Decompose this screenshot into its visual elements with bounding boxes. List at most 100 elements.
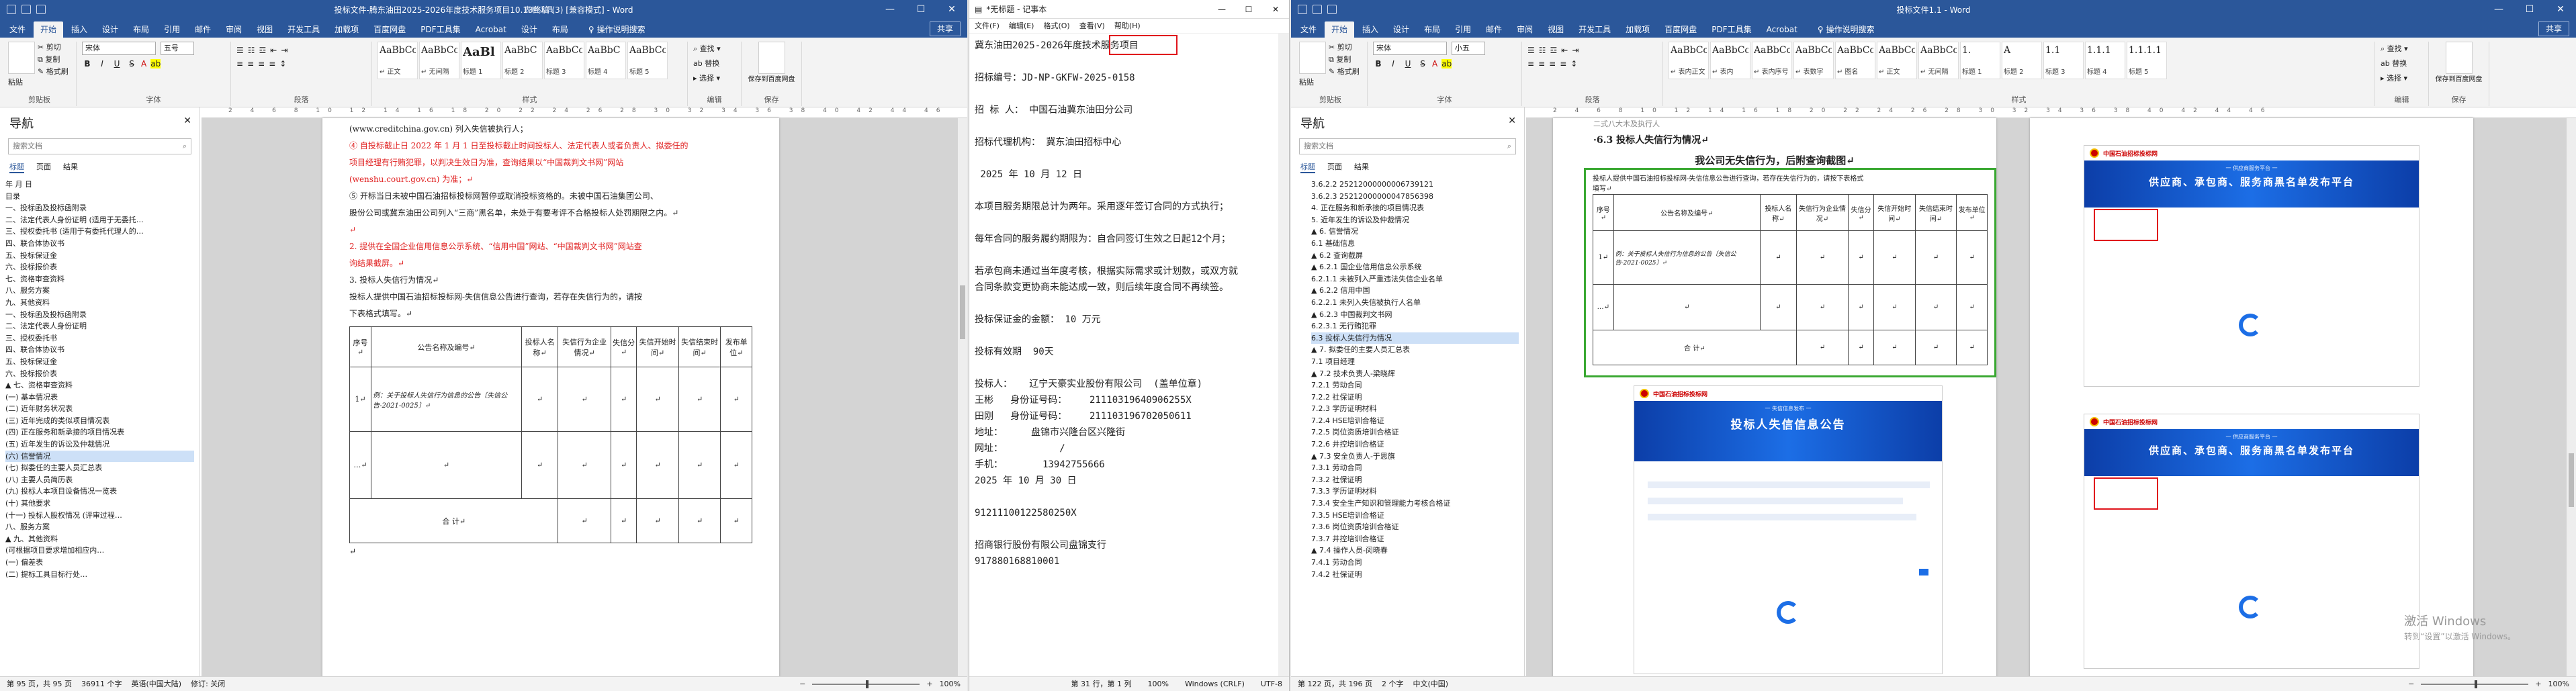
nav-heading-item[interactable]: 一、投标函及投标函附录 [5, 202, 194, 214]
bold-button[interactable]: B [1373, 59, 1384, 68]
ribbon-tab[interactable]: 插入 [1356, 21, 1385, 38]
zoom-level[interactable]: 100% [2548, 677, 2569, 691]
style-gallery-item[interactable]: AaBbCcDd ↵ 表内 [1710, 42, 1750, 79]
ribbon-tab[interactable]: Acrobat [1760, 21, 1804, 38]
nav-heading-item[interactable]: 7.2.2 社保证明 [1311, 391, 1519, 404]
minimize-icon[interactable]: — [1208, 5, 1235, 14]
ribbon-tab[interactable]: Acrobat [469, 21, 513, 38]
nav-heading-item[interactable]: (十) 其他要求 [5, 498, 194, 510]
find-button[interactable]: ⌕ 查找 ▾ [693, 42, 736, 56]
ribbon-tab[interactable]: 百度网盘 [1658, 21, 1703, 38]
nav-heading-item[interactable]: 6.2.3.1 无行贿犯罪 [1311, 320, 1519, 332]
strikethrough-button[interactable]: S [1417, 59, 1428, 68]
justify-icon[interactable]: ≡ [1560, 59, 1566, 68]
undo-icon[interactable] [1313, 5, 1322, 14]
align-right-icon[interactable]: ≡ [1549, 59, 1556, 68]
nav-tab[interactable]: 结果 [63, 161, 78, 173]
nav-heading-item[interactable]: ▲ 7. 拟委任的主要人员汇总表 [1311, 344, 1519, 356]
document-page[interactable]: (www.creditchina.gov.cn) 列入失信被执行人； ④ 自投标截… [322, 118, 779, 676]
decrease-indent-icon[interactable]: ⇤ [1561, 46, 1568, 55]
nav-heading-item[interactable]: 4. 正在服务和新承接的项目情况表 [1311, 202, 1519, 214]
search-icon[interactable]: ⌕ [183, 139, 187, 154]
notepad-menu-item[interactable]: 格式(O) [1043, 19, 1069, 33]
bullets-icon[interactable]: ☰ [236, 46, 244, 55]
font-size-select[interactable]: 小五 [1451, 42, 1485, 55]
style-gallery-item[interactable]: AaBbCcDd ↵ 正文 [377, 42, 418, 79]
style-gallery-item[interactable]: 1.1.1.1 标题 5 [2127, 42, 2167, 79]
nav-heading-item[interactable]: (八) 主要人员简历表 [5, 474, 194, 486]
share-button[interactable]: 共享 [929, 21, 961, 36]
line-spacing-icon[interactable]: ↕ [279, 59, 286, 68]
style-gallery-item[interactable]: AaBbCcD 标题 3 [544, 42, 584, 79]
ribbon-tab[interactable]: PDF工具集 [1705, 21, 1758, 38]
nav-heading-item[interactable]: 五、投标保证金 [5, 356, 194, 368]
style-gallery-item[interactable]: AaBbCcDd ↵ 无间隔 [1918, 42, 1959, 79]
nav-heading-item[interactable]: 7.2.6 井控培训合格证 [1311, 439, 1519, 451]
ribbon-tab[interactable]: 设计 [515, 21, 544, 38]
word-count[interactable]: 2 个字 [1382, 677, 1404, 691]
nav-heading-item[interactable]: ▲ 6.2.2 信用中国 [1311, 285, 1519, 297]
ribbon-tab[interactable]: 设计 [1386, 21, 1416, 38]
ribbon-tab[interactable]: 审阅 [1510, 21, 1540, 38]
minimize-icon[interactable]: — [2483, 0, 2514, 19]
nav-heading-item[interactable]: (二) 提标工具目标行处… [5, 569, 194, 581]
ribbon-tab[interactable]: 视图 [250, 21, 279, 38]
font-name-select[interactable]: 宋体 [82, 42, 156, 55]
nav-search-input[interactable]: 搜索文档 ⌕ [8, 138, 191, 154]
select-button[interactable]: ▸ 选择 ▾ [2381, 71, 2423, 86]
replace-button[interactable]: ab 替换 [2381, 56, 2423, 71]
nav-heading-item[interactable]: (五) 近年发生的诉讼及仲裁情况 [5, 439, 194, 451]
select-button[interactable]: ▸ 选择 ▾ [693, 71, 736, 86]
ribbon-tab[interactable]: 开发工具 [281, 21, 326, 38]
ribbon-tab[interactable]: 加载项 [328, 21, 365, 38]
undo-icon[interactable] [21, 5, 31, 14]
ribbon-tab[interactable]: 百度网盘 [367, 21, 412, 38]
nav-heading-item[interactable]: 7.3.3 学历证明材料 [1311, 486, 1519, 498]
nav-heading-item[interactable]: 三、授权委托书 [5, 332, 194, 344]
vertical-scrollbar[interactable] [1278, 34, 1289, 676]
nav-heading-item[interactable]: 九、其他资料 [5, 297, 194, 309]
nav-heading-item[interactable]: 6.2.1.1 未被列入严重违法失信企业名单 [1311, 273, 1519, 285]
ribbon-tab[interactable]: 引用 [1448, 21, 1478, 38]
nav-heading-item[interactable]: 7.3.4 安全生产知识和管理能力考核合格证 [1311, 498, 1519, 510]
nav-heading-item[interactable]: 7.3.6 岗位资质培训合格证 [1311, 521, 1519, 533]
nav-heading-item[interactable]: 6.1 基础信息 [1311, 238, 1519, 250]
redo-icon[interactable] [36, 5, 46, 14]
zoom-slider[interactable] [812, 680, 920, 688]
justify-icon[interactable]: ≡ [269, 59, 275, 68]
ribbon-tab[interactable]: 插入 [64, 21, 94, 38]
baidu-cloud-icon[interactable] [2445, 42, 2473, 74]
save-icon[interactable] [1298, 5, 1307, 14]
nav-heading-item[interactable]: ▲ 7.2 技术负责人-梁晓辉 [1311, 368, 1519, 380]
nav-heading-item[interactable]: 3.6.2.3 25212000000047856398 [1311, 191, 1519, 203]
zoom-out-icon[interactable]: − [2408, 677, 2414, 691]
nav-heading-item[interactable]: 七、资格审查资料 [5, 273, 194, 285]
vertical-scrollbar[interactable] [2567, 118, 2576, 676]
nav-tab[interactable]: 标题 [9, 161, 24, 173]
style-gallery-item[interactable]: AaBbCcDd ↵ 无间隔 [419, 42, 459, 79]
paste-button[interactable] [1299, 42, 1326, 74]
language[interactable]: 中文(中国) [1413, 677, 1448, 691]
nav-heading-item[interactable]: 年 月 日 [5, 179, 194, 191]
zoom-slider[interactable] [2421, 680, 2529, 688]
numbering-icon[interactable]: ☷ [1539, 46, 1546, 55]
nav-heading-item[interactable]: (一) 基本情况表 [5, 391, 194, 404]
underline-button[interactable]: U [112, 59, 122, 68]
style-gallery-item[interactable]: 1. 标题 1 [1960, 42, 2000, 79]
nav-heading-item[interactable]: ▲ 7.3 安全负责人-于思旗 [1311, 451, 1519, 463]
nav-heading-item[interactable]: ▲ 七、资格审查资料 [5, 379, 194, 391]
close-nav-icon[interactable]: ✕ [1508, 116, 1516, 126]
line-spacing-icon[interactable]: ↕ [1570, 59, 1577, 68]
nav-heading-item[interactable]: ▲ 九、其他资料 [5, 533, 194, 545]
replace-button[interactable]: ab 替换 [693, 56, 736, 71]
nav-tab[interactable]: 页面 [36, 161, 51, 173]
align-center-icon[interactable]: ≡ [247, 59, 254, 68]
style-gallery-item[interactable]: AaBl 标题 1 [461, 42, 501, 79]
nav-heading-item[interactable]: ▲ 6.2.1 国企业信用信息公示系统 [1311, 261, 1519, 273]
language[interactable]: 英语(中国大陆) [131, 677, 181, 691]
minimize-icon[interactable]: — [875, 0, 905, 19]
baidu-save-button[interactable]: 保存到百度网盘 [747, 76, 796, 84]
ribbon-tab[interactable]: 视图 [1541, 21, 1570, 38]
nav-heading-item[interactable]: 目录 [5, 191, 194, 203]
find-button[interactable]: ⌕ 查找 ▾ [2381, 42, 2423, 56]
